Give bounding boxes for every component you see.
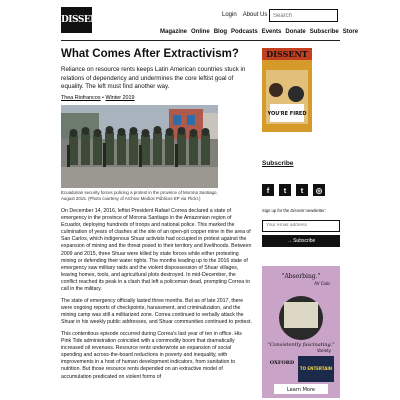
- sidebar: DISSENT YOU'RE FIRED Subscribe f t t ◎ S…: [262, 48, 340, 398]
- facebook-icon[interactable]: f: [262, 184, 274, 196]
- search-input[interactable]: [269, 9, 338, 22]
- book-advertisement[interactable]: "Absorbing." AV Club "Consistently fasci…: [262, 265, 340, 398]
- tumblr-icon[interactable]: t: [296, 184, 308, 196]
- svg-text:TO ENTERTAIN: TO ENTERTAIN: [300, 366, 332, 371]
- newsletter-label: Sign up for the Dissent newsletter:: [262, 208, 326, 213]
- article-title: What Comes After Extractivism?: [61, 48, 239, 60]
- article-dek: Reliance on resource rents keeps Latin A…: [61, 66, 246, 90]
- cover-logo: DISSENT: [266, 49, 307, 59]
- ad-artwork: "Absorbing." AV Club "Consistently fasci…: [262, 265, 340, 398]
- instagram-icon[interactable]: ◎: [313, 184, 325, 196]
- issue-link[interactable]: Winter 2019: [105, 95, 134, 101]
- top-links: Login About Us: [222, 12, 267, 18]
- svg-text:AV Club: AV Club: [314, 281, 330, 286]
- svg-text:Variety: Variety: [317, 348, 332, 353]
- magazine-cover[interactable]: DISSENT YOU'RE FIRED: [262, 48, 312, 132]
- nav-store[interactable]: Store: [343, 29, 358, 35]
- article-photo: [61, 105, 218, 189]
- nav-magazine[interactable]: Magazine: [160, 29, 187, 35]
- article-paragraph: This contentious episode occurred during…: [61, 331, 242, 380]
- main-nav: Magazine Online Blog Podcasts Events Don…: [160, 29, 358, 35]
- nav-subscribe[interactable]: Subscribe: [310, 29, 339, 35]
- sidebar-subscribe-link[interactable]: Subscribe: [262, 160, 340, 167]
- svg-text:OXFORD: OXFORD: [270, 360, 295, 366]
- nav-online[interactable]: Online: [191, 29, 210, 35]
- social-links: f t t ◎: [262, 184, 340, 196]
- cover-illustration: DISSENT YOU'RE FIRED: [262, 48, 312, 132]
- article-paragraph: The state of emergency officially lasted…: [61, 297, 252, 326]
- dissent-logo[interactable]: DISSENT: [61, 7, 105, 33]
- nav-donate[interactable]: Donate: [285, 29, 305, 35]
- svg-text:"Absorbing.": "Absorbing.": [282, 273, 321, 280]
- photo-caption: Ecuadorian security forces policing a pr…: [61, 190, 218, 202]
- nav-podcasts[interactable]: Podcasts: [231, 29, 258, 35]
- author-link[interactable]: Thea Riofrancos: [61, 95, 101, 101]
- newsletter-subscribe-button[interactable]: → Subscribe: [262, 234, 340, 247]
- ad-learn-more: Learn More: [287, 387, 315, 393]
- byline: Thea Riofrancos • Winter 2019: [61, 95, 135, 102]
- newsletter-email-input[interactable]: [262, 219, 340, 232]
- nav-events[interactable]: Events: [262, 29, 282, 35]
- nav-blog[interactable]: Blog: [214, 29, 227, 35]
- cover-sign-text: YOU'RE FIRED: [267, 111, 307, 117]
- article: What Comes After Extractivism? Reliance …: [61, 48, 253, 386]
- protest-police-photo: [61, 105, 218, 189]
- header-divider: [61, 40, 340, 41]
- twitter-icon[interactable]: t: [279, 184, 291, 196]
- about-link[interactable]: About Us: [243, 12, 268, 18]
- login-link[interactable]: Login: [222, 12, 237, 18]
- article-paragraph: On December 14, 2016, leftist President …: [61, 208, 252, 292]
